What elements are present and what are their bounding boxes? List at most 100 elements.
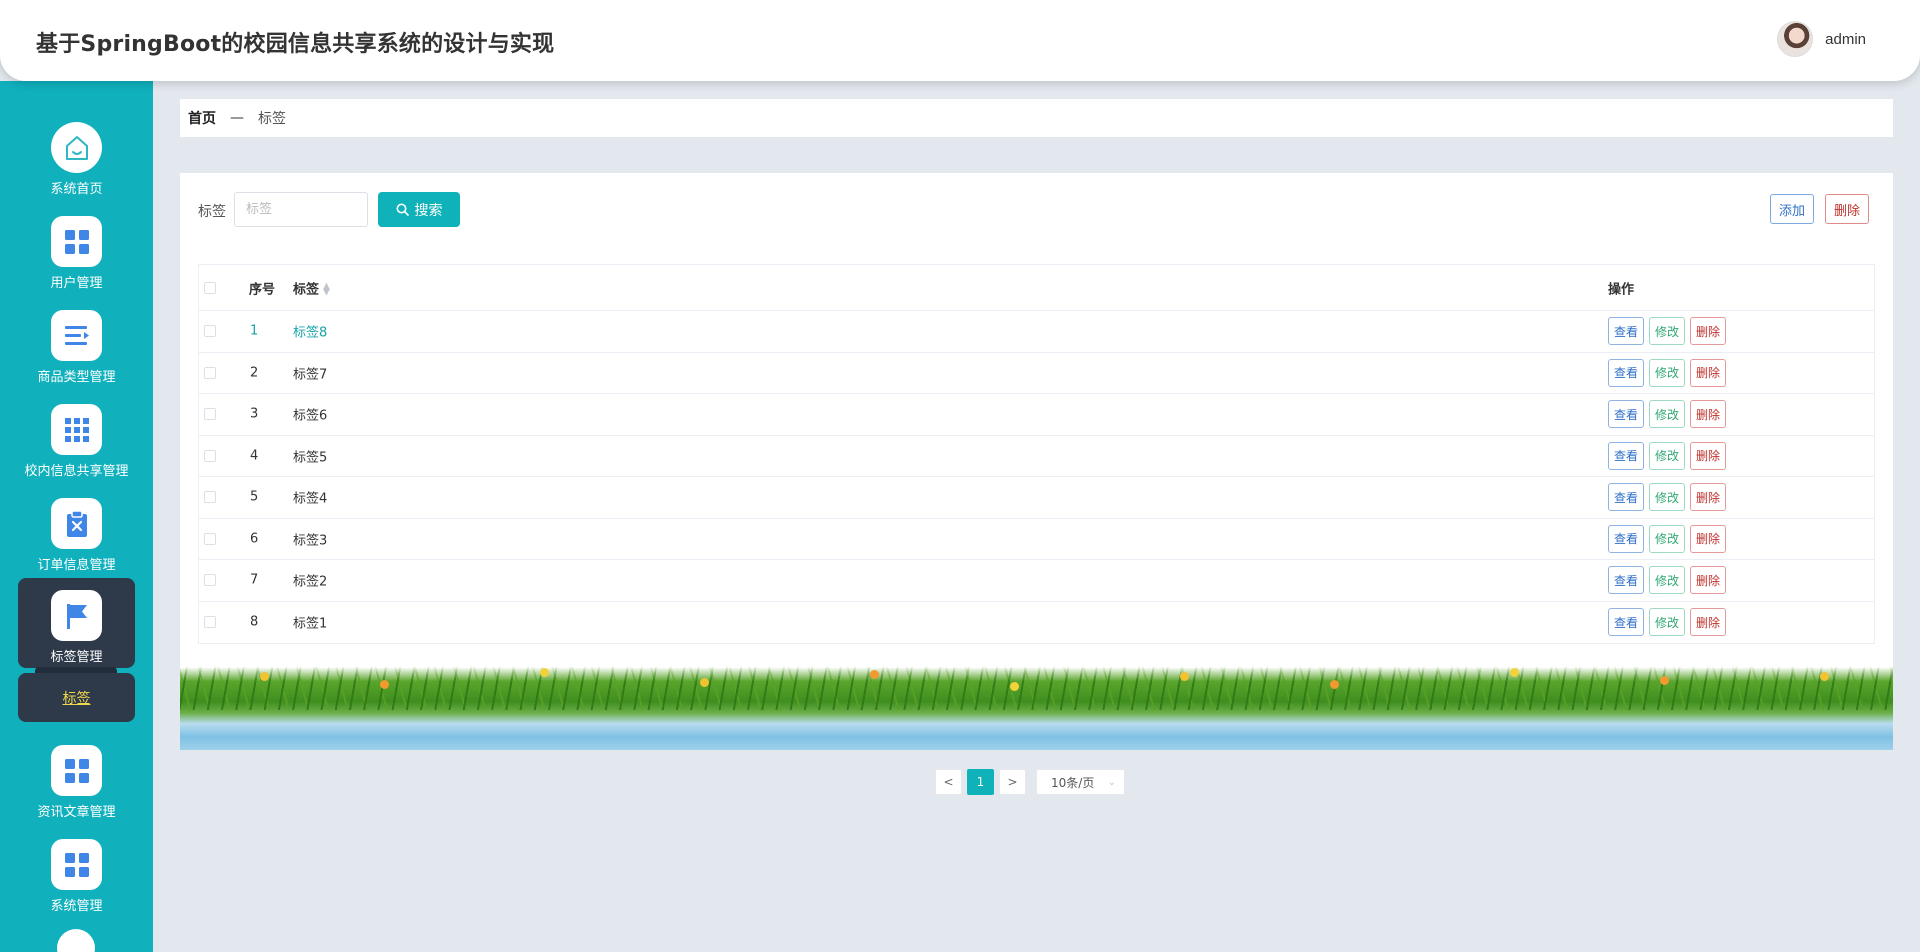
sidebar-item-home[interactable]: 系统首页: [18, 114, 135, 204]
flower-decoration: [700, 678, 709, 687]
column-header-tag-label: 标签: [293, 282, 320, 297]
sidebar-item-product-types[interactable]: 商品类型管理: [18, 302, 135, 392]
grass-decoration: [180, 662, 1893, 750]
sidebar-item-label: 用户管理: [50, 276, 103, 291]
page-size-select[interactable]: 10条/页 ⌄: [1036, 769, 1125, 795]
view-button[interactable]: 查看: [1608, 566, 1645, 595]
delete-button[interactable]: 删除: [1690, 483, 1727, 512]
sidebar-subitem-label[interactable]: 标签: [63, 688, 91, 708]
row-actions: 查看 修改 删除: [1608, 608, 1727, 637]
delete-button[interactable]: 删除: [1690, 441, 1727, 470]
row-checkbox[interactable]: [204, 325, 216, 338]
top-header: 基于SpringBoot的校园信息共享系统的设计与实现 admin: [0, 0, 1920, 81]
row-index: 7: [250, 572, 259, 588]
edit-button[interactable]: 修改: [1649, 441, 1686, 470]
view-button[interactable]: 查看: [1608, 441, 1645, 470]
row-checkbox[interactable]: [204, 491, 216, 504]
sidebar-item-orders[interactable]: 订单信息管理: [18, 490, 135, 580]
add-button[interactable]: 添加: [1770, 194, 1815, 224]
delete-button[interactable]: 删除: [1690, 566, 1727, 595]
table-row: 2 标签7 查看 修改 删除: [199, 353, 1874, 394]
row-checkbox[interactable]: [204, 532, 216, 545]
edit-button[interactable]: 修改: [1649, 483, 1686, 512]
app-title: 基于SpringBoot的校园信息共享系统的设计与实现: [36, 32, 555, 57]
column-header-actions: 操作: [1608, 282, 1635, 297]
sidebar-item-label: 系统首页: [50, 182, 103, 197]
view-button[interactable]: 查看: [1608, 358, 1645, 387]
edit-button[interactable]: 修改: [1649, 358, 1686, 387]
breadcrumb-home[interactable]: 首页: [188, 108, 216, 128]
flower-decoration: [1660, 676, 1669, 685]
prev-page-button[interactable]: <: [935, 769, 962, 795]
search-icon: [396, 203, 409, 216]
row-actions: 查看 修改 删除: [1608, 441, 1727, 470]
edit-button[interactable]: 修改: [1649, 608, 1686, 637]
sidebar-item-campus-info[interactable]: 校内信息共享管理: [18, 396, 135, 486]
view-button[interactable]: 查看: [1608, 524, 1645, 553]
flag-icon: [51, 590, 102, 641]
page-button-current[interactable]: 1: [967, 769, 994, 795]
edit-button[interactable]: 修改: [1649, 566, 1686, 595]
flower-decoration: [1180, 672, 1189, 681]
column-header-tag[interactable]: 标签 ▲ ▼: [293, 278, 330, 297]
search-button[interactable]: 搜索: [378, 192, 460, 227]
delete-button[interactable]: 删除: [1690, 400, 1727, 429]
row-actions: 查看 修改 删除: [1608, 317, 1727, 346]
row-checkbox[interactable]: [204, 366, 216, 379]
flower-decoration: [870, 670, 879, 679]
table-row: 3 标签6 查看 修改 删除: [199, 394, 1874, 436]
delete-button[interactable]: 删除: [1690, 524, 1727, 553]
view-button[interactable]: 查看: [1608, 483, 1645, 512]
row-index: 8: [250, 614, 259, 630]
row-actions: 查看 修改 删除: [1608, 524, 1727, 553]
sidebar-partial-icon[interactable]: [57, 929, 95, 952]
sidebar-item-articles[interactable]: 资讯文章管理: [18, 737, 135, 827]
search-input[interactable]: [234, 192, 368, 227]
delete-button[interactable]: 删除: [1690, 317, 1727, 346]
table-row: 4 标签5 查看 修改 删除: [199, 436, 1874, 477]
row-tag: 标签2: [293, 574, 328, 590]
row-index: 2: [250, 365, 259, 381]
row-tag: 标签8: [293, 325, 328, 341]
clipboard-icon: [51, 498, 102, 549]
sidebar-item-system[interactable]: 系统管理: [18, 831, 135, 921]
table-row: 7 标签2 查看 修改 删除: [199, 560, 1874, 602]
table-row: 6 标签3 查看 修改 删除: [199, 519, 1874, 560]
delete-button[interactable]: 删除: [1690, 608, 1727, 637]
edit-button[interactable]: 修改: [1649, 317, 1686, 346]
table-row: 5 标签4 查看 修改 删除: [199, 477, 1874, 519]
batch-delete-button[interactable]: 删除: [1825, 194, 1870, 224]
sidebar-item-label: 商品类型管理: [37, 370, 116, 385]
view-button[interactable]: 查看: [1608, 608, 1645, 637]
row-checkbox[interactable]: [204, 616, 216, 629]
user-name[interactable]: admin: [1825, 31, 1866, 48]
flower-decoration: [1330, 680, 1339, 689]
sort-icon[interactable]: ▲ ▼: [323, 282, 330, 297]
edit-button[interactable]: 修改: [1649, 400, 1686, 429]
delete-button[interactable]: 删除: [1690, 358, 1727, 387]
row-tag: 标签3: [293, 533, 328, 549]
table-body: 1 标签8 查看 修改 删除 2 标签7 查看 修改 删除 3 标签6 查看 修改 删除 4 标签5 查看 修改 删除…: [199, 311, 1874, 643]
row-checkbox[interactable]: [204, 449, 216, 462]
pagination: < 1 > 10条/页 ⌄: [935, 769, 1125, 795]
view-button[interactable]: 查看: [1608, 317, 1645, 346]
sidebar-subitem-tag[interactable]: 标签: [18, 673, 135, 722]
next-page-button[interactable]: >: [999, 769, 1026, 795]
view-button[interactable]: 查看: [1608, 400, 1645, 429]
user-menu[interactable]: admin: [1777, 21, 1866, 57]
select-all-checkbox[interactable]: [204, 281, 216, 294]
sidebar-item-label: 校内信息共享管理: [24, 464, 129, 479]
table-header: 序号 标签 ▲ ▼ 操作: [199, 265, 1874, 311]
sidebar-item-tags[interactable]: 标签管理: [18, 578, 135, 668]
flower-decoration: [260, 672, 269, 681]
avatar[interactable]: [1777, 21, 1814, 57]
list-icon: [51, 310, 102, 361]
column-header-index: 序号: [249, 282, 276, 297]
tags-table: 序号 标签 ▲ ▼ 操作 1 标签8 查看 修改 删除 2 标签7 查看 修改 删除 3 标签6 查看 修改删…: [198, 264, 1875, 644]
flower-decoration: [380, 680, 389, 689]
sidebar-item-label: 标签管理: [50, 650, 103, 665]
edit-button[interactable]: 修改: [1649, 524, 1686, 553]
row-checkbox[interactable]: [204, 574, 216, 587]
sidebar-item-users[interactable]: 用户管理: [18, 208, 135, 298]
row-checkbox[interactable]: [204, 408, 216, 421]
